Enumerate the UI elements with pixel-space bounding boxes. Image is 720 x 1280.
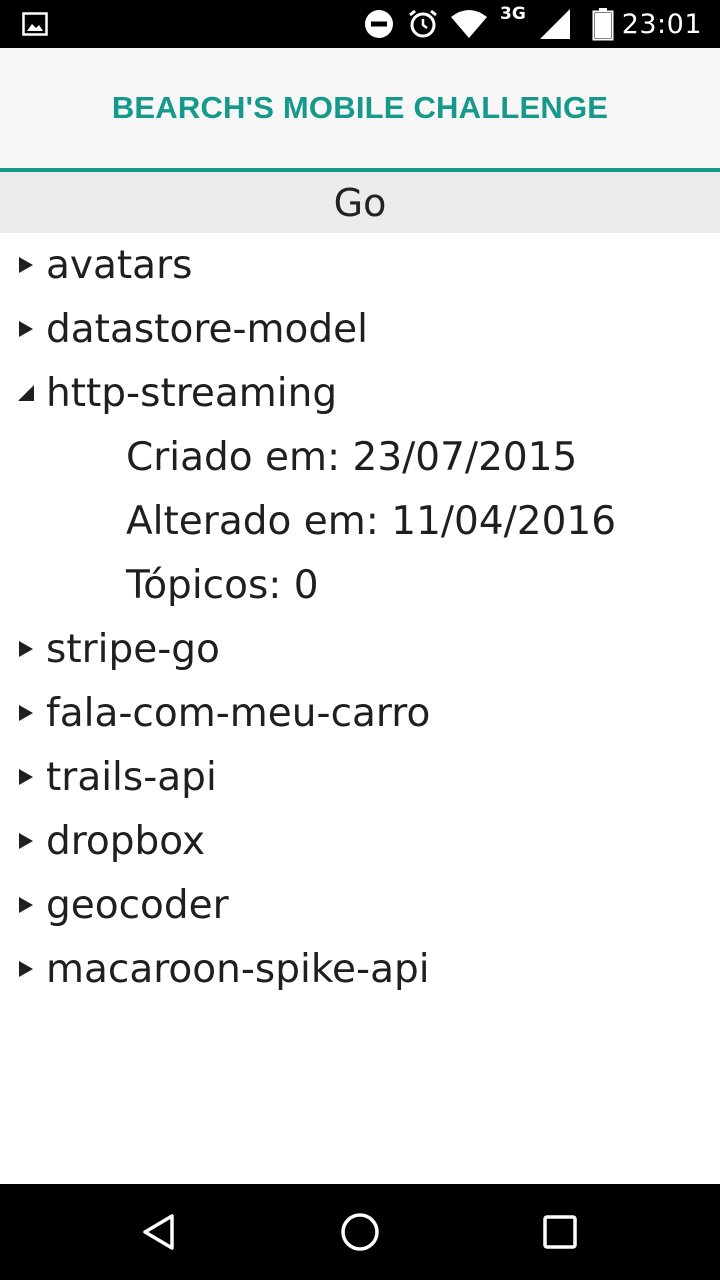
tree-item-row[interactable]: datastore-model bbox=[0, 297, 720, 361]
tree-item-row[interactable]: fala-com-meu-carro bbox=[0, 681, 720, 745]
collapsed-arrow-icon bbox=[16, 831, 36, 851]
wifi-icon bbox=[450, 0, 488, 48]
do-not-disturb-icon bbox=[364, 0, 394, 48]
app-title: BEARCH'S MOBILE CHALLENGE bbox=[111, 90, 609, 125]
tree-item-detail: Tópicos: 0 bbox=[126, 562, 319, 608]
tree-item-detail-row: Alterado em: 11/04/2016 bbox=[0, 489, 720, 553]
tree-item-row[interactable]: dropbox bbox=[0, 809, 720, 873]
tree-item-row[interactable]: macaroon-spike-api bbox=[0, 937, 720, 1001]
tree-item-detail: Criado em: 23/07/2015 bbox=[126, 434, 578, 480]
status-bar: 3G 23:01 bbox=[0, 0, 720, 48]
tree-item-detail-row: Criado em: 23/07/2015 bbox=[0, 425, 720, 489]
tree-item-detail: Alterado em: 11/04/2016 bbox=[126, 498, 617, 544]
tree-item-label: stripe-go bbox=[46, 626, 220, 672]
tree-item-label: geocoder bbox=[46, 882, 229, 928]
cell-signal-icon bbox=[538, 0, 572, 48]
app-bar: BEARCH'S MOBILE CHALLENGE bbox=[0, 48, 720, 168]
tree-item-row[interactable]: stripe-go bbox=[0, 617, 720, 681]
tree-item-label: avatars bbox=[46, 242, 193, 288]
battery-icon bbox=[592, 0, 614, 48]
tree-item: macaroon-spike-api bbox=[0, 937, 720, 1001]
recents-button[interactable] bbox=[500, 1184, 620, 1280]
tree-item-label: http-streaming bbox=[46, 370, 338, 416]
tree-item-row[interactable]: avatars bbox=[0, 233, 720, 297]
tree-item: geocoder bbox=[0, 873, 720, 937]
tree-item-detail-row: Tópicos: 0 bbox=[0, 553, 720, 617]
tree-item-row[interactable]: geocoder bbox=[0, 873, 720, 937]
home-button[interactable] bbox=[300, 1184, 420, 1280]
tree-item-label: macaroon-spike-api bbox=[46, 946, 430, 992]
image-notification-icon bbox=[22, 0, 48, 48]
recents-icon bbox=[543, 1215, 577, 1249]
back-icon bbox=[143, 1214, 174, 1250]
expanded-arrow-icon bbox=[16, 383, 36, 403]
tree-item: http-streaming Criado em: 23/07/2015 Alter… bbox=[0, 361, 720, 617]
home-icon bbox=[341, 1213, 379, 1251]
tree-item: fala-com-meu-carro bbox=[0, 681, 720, 745]
tree-item: datastore-model bbox=[0, 297, 720, 361]
tree-item-label: trails-api bbox=[46, 754, 217, 800]
collapsed-arrow-icon bbox=[16, 703, 36, 723]
tree-item: trails-api bbox=[0, 745, 720, 809]
tree-item-row[interactable]: http-streaming bbox=[0, 361, 720, 425]
tree-item-label: dropbox bbox=[46, 818, 206, 864]
status-time: 23:01 bbox=[621, 8, 702, 40]
tree-item: avatars bbox=[0, 233, 720, 297]
collapsed-arrow-icon bbox=[16, 959, 36, 979]
back-button[interactable] bbox=[100, 1184, 220, 1280]
collapsed-arrow-icon bbox=[16, 767, 36, 787]
group-header[interactable]: Go bbox=[0, 172, 720, 233]
repository-tree-list: avatars datastore-model http-streaming Cria… bbox=[0, 233, 720, 1001]
collapsed-arrow-icon bbox=[16, 319, 36, 339]
collapsed-arrow-icon bbox=[16, 895, 36, 915]
collapsed-arrow-icon bbox=[16, 255, 36, 275]
tree-item-label: fala-com-meu-carro bbox=[46, 690, 431, 736]
collapsed-arrow-icon bbox=[16, 639, 36, 659]
tree-item: stripe-go bbox=[0, 617, 720, 681]
tree-item-label: datastore-model bbox=[46, 306, 368, 352]
navigation-bar bbox=[0, 1184, 720, 1280]
tree-item: dropbox bbox=[0, 809, 720, 873]
tree-item-row[interactable]: trails-api bbox=[0, 745, 720, 809]
alarm-icon bbox=[407, 0, 439, 48]
network-type-label: 3G bbox=[500, 4, 526, 24]
